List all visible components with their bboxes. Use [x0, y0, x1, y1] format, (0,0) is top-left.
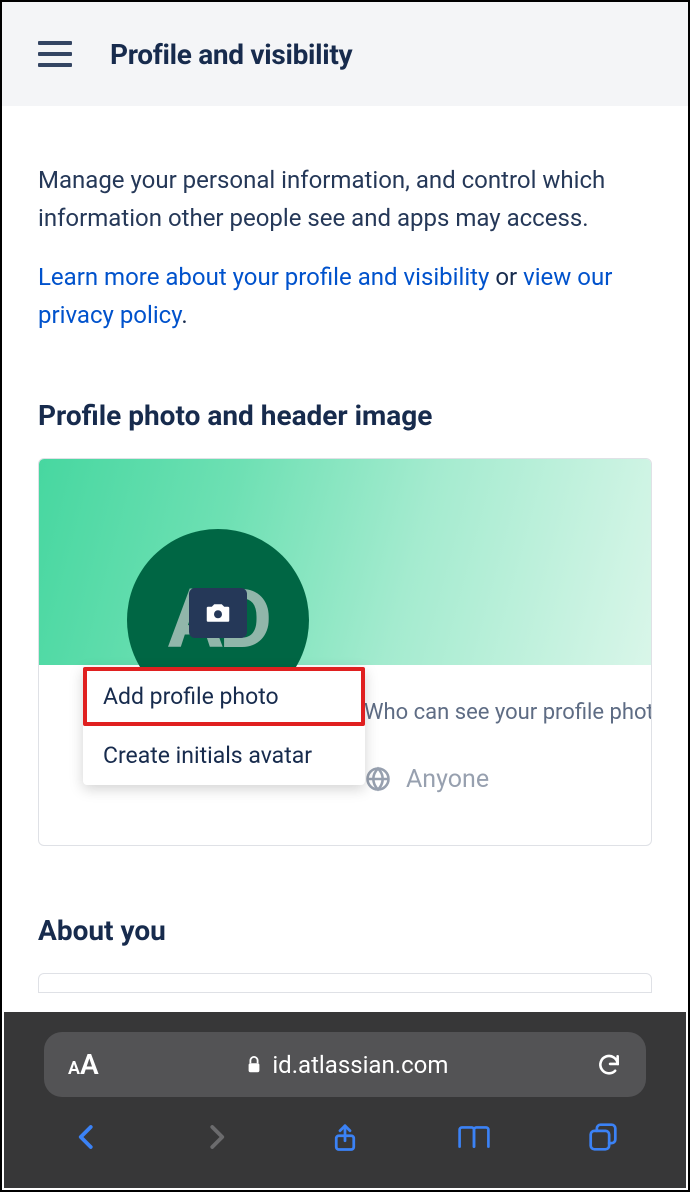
text-size-button[interactable]: AA	[68, 1048, 99, 1081]
lock-icon	[246, 1056, 262, 1074]
browser-toolbar	[4, 1097, 686, 1177]
section-title-photo: Profile photo and header image	[38, 399, 652, 432]
section-title-about: About you	[38, 914, 652, 947]
header-image-banner[interactable]: AD	[39, 459, 651, 665]
visibility-label: Who can see your profile photo?	[364, 700, 652, 725]
globe-icon	[364, 765, 392, 793]
camera-icon[interactable]	[189, 588, 247, 638]
page-title: Profile and visibility	[110, 38, 352, 71]
create-initials-avatar-option[interactable]: Create initials avatar	[83, 726, 365, 785]
hamburger-menu-button[interactable]	[38, 41, 72, 67]
visibility-selector[interactable]: Anyone	[364, 765, 489, 794]
avatar-dropdown-menu: Add profile photo Create initials avatar	[83, 667, 365, 785]
links-paragraph: Learn more about your profile and visibi…	[38, 258, 652, 335]
profile-lower-panel: Add profile photo Create initials avatar…	[39, 665, 651, 845]
profile-photo-card: AD Add profile photo Create initials ava…	[38, 458, 652, 846]
url-display: id.atlassian.com	[246, 1051, 448, 1079]
main-content: Manage your personal information, and co…	[2, 106, 688, 993]
forward-button[interactable]	[195, 1116, 237, 1158]
address-bar[interactable]: AA id.atlassian.com	[44, 1032, 646, 1097]
learn-more-link[interactable]: Learn more about your profile and visibi…	[38, 263, 489, 291]
intro-paragraph: Manage your personal information, and co…	[38, 161, 652, 238]
tabs-button[interactable]	[582, 1116, 624, 1158]
add-profile-photo-option[interactable]: Add profile photo	[83, 667, 365, 726]
bookmarks-button[interactable]	[453, 1116, 495, 1158]
visibility-value-text: Anyone	[406, 765, 489, 794]
or-separator: or	[489, 263, 523, 291]
period: .	[181, 301, 187, 329]
app-header: Profile and visibility	[2, 2, 688, 106]
reload-button[interactable]	[596, 1052, 622, 1078]
share-button[interactable]	[324, 1116, 366, 1158]
browser-bottom-bar: AA id.atlassian.com	[4, 1012, 686, 1188]
url-text: id.atlassian.com	[272, 1051, 448, 1079]
back-button[interactable]	[66, 1116, 108, 1158]
about-you-card	[38, 973, 652, 993]
